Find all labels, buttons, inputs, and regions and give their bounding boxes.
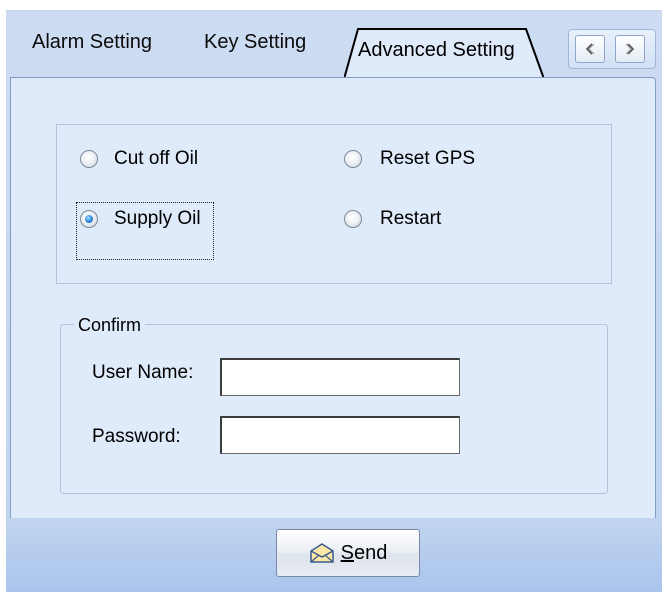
tab-scroll-buttons [568,29,656,69]
radio-cut-off-oil[interactable] [80,150,98,168]
tab-scroll-right-button[interactable] [615,35,645,63]
dialog-window: Alarm Setting Key Setting Advanced Setti… [6,10,662,591]
chevron-right-icon [625,43,635,55]
send-button[interactable]: Send [276,529,420,577]
tab-advanced-setting-label: Advanced Setting [358,39,515,61]
tab-key-setting[interactable]: Key Setting [204,31,306,54]
tab-advanced-setting[interactable]: Advanced Setting [344,27,544,79]
tab-scroll-left-button[interactable] [575,35,605,63]
chevron-left-icon [585,43,595,55]
tab-alarm-setting[interactable]: Alarm Setting [32,31,152,54]
user-name-label: User Name: [92,362,194,383]
password-label: Password: [92,426,181,447]
confirm-group [60,324,608,494]
password-input[interactable] [220,416,460,454]
envelope-icon [309,543,334,563]
radio-reset-gps[interactable] [344,150,362,168]
user-name-input[interactable] [220,358,460,396]
radio-restart[interactable] [344,210,362,228]
focus-rectangle [76,202,214,260]
send-button-label: Send [340,541,388,564]
radio-reset-gps-label[interactable]: Reset GPS [380,148,475,170]
radio-cut-off-oil-label[interactable]: Cut off Oil [114,148,198,170]
radio-restart-label[interactable]: Restart [380,208,441,230]
confirm-group-legend: Confirm [74,315,146,335]
tab-strip: Alarm Setting Key Setting Advanced Setti… [6,11,662,79]
